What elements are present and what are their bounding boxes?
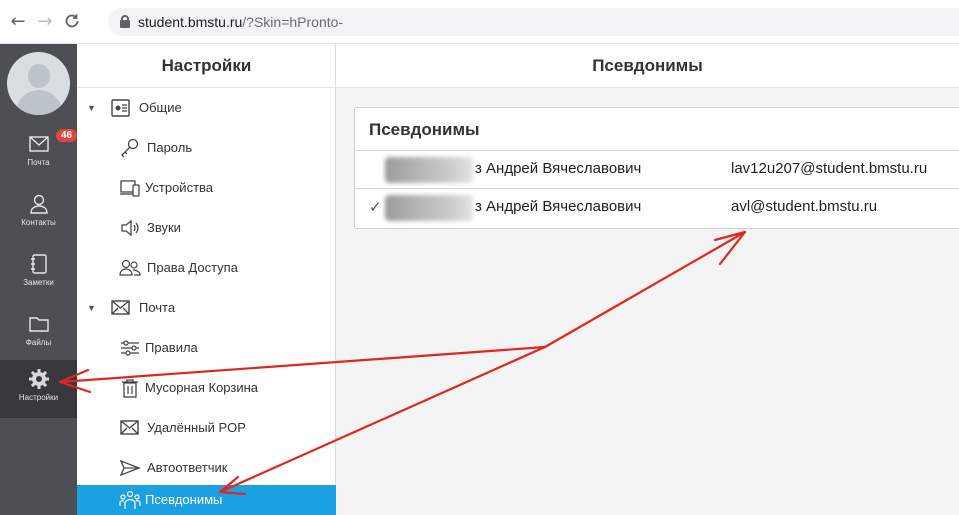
redacted-surname (385, 157, 473, 183)
address-bar[interactable]: student.bmstu.ru/?Skin=hPronto- (108, 8, 959, 36)
trash-icon (122, 379, 138, 398)
back-arrow-icon[interactable]: ← (8, 12, 28, 32)
sidebar-item-label: Права Доступа (147, 260, 238, 275)
person-icon (29, 194, 48, 214)
speaker-icon (121, 219, 139, 237)
forward-arrow-icon[interactable]: → (35, 12, 55, 32)
url-text: student.bmstu.ru/?Skin=hPronto- (138, 14, 344, 30)
sidebar-item-label: Устройства (145, 180, 214, 195)
redacted-surname (385, 195, 473, 221)
sidebar-item-access-rights[interactable]: Права Доступа (77, 248, 336, 288)
plane-icon (119, 459, 141, 477)
panel-title: Псевдонимы (369, 120, 480, 139)
people-icon (119, 259, 141, 276)
sidebar-item-label: Звуки (147, 220, 181, 235)
notebook-icon (30, 254, 47, 274)
main-content: Псевдонимы Псевдонимы з Андрей Вячеславо… (336, 44, 959, 515)
sidebar-item-label: Псевдонимы (145, 492, 223, 507)
sidebar-item-aliases[interactable]: Псевдонимы (77, 485, 336, 515)
envelope-icon (28, 136, 49, 152)
rail-item-mail[interactable]: 46 Почта (0, 129, 78, 187)
avatar[interactable] (7, 52, 70, 115)
alias-email: avl@student.bmstu.ru (731, 198, 878, 215)
settings-sidebar: Настройки ▼ Общие Пароль Устройства Звук… (77, 44, 336, 515)
alias-email: lav12u207@student.bmstu.ru (731, 160, 928, 177)
sidebar-item-sounds[interactable]: Звуки (77, 208, 336, 248)
browser-toolbar: ← → student.bmstu.ru/?Skin=hPronto- (0, 0, 959, 44)
sidebar-item-general[interactable]: ▼ Общие (77, 88, 336, 128)
sidebar-item-label: Удалённый POP (147, 420, 246, 435)
reload-icon[interactable] (62, 12, 82, 32)
settings-panel-icon (111, 99, 130, 117)
folder-icon (28, 317, 49, 332)
alias-name: з Андрей Вячеславович (475, 160, 642, 177)
unread-badge: 46 (56, 129, 78, 142)
alias-name: з Андрей Вячеславович (475, 198, 642, 215)
checkmark-icon: ✓ (369, 199, 382, 216)
page-title: Псевдонимы (336, 44, 959, 88)
sidebar-item-remote-pop[interactable]: Удалённый POP (77, 408, 336, 448)
devices-icon (120, 180, 140, 197)
sidebar-item-label: Мусорная Корзина (145, 380, 259, 395)
sidebar-item-devices[interactable]: Устройства (77, 168, 336, 208)
rail-item-contacts[interactable]: Контакты (0, 189, 77, 247)
table-row[interactable]: з Андрей Вячеславович lav12u207@student.… (355, 150, 959, 188)
rail-label: Контакты (21, 218, 56, 227)
app-rail: 46 Почта Контакты Заметки Файлы Настройк… (0, 44, 78, 515)
lock-icon (120, 15, 130, 28)
rail-item-settings[interactable]: Настройки (0, 360, 77, 418)
sidebar-item-label: Правила (145, 340, 198, 355)
caret-down-icon[interactable]: ▼ (87, 288, 96, 328)
sidebar-item-autoresponder[interactable]: Автоответчик (77, 448, 336, 488)
sidebar-item-label: Пароль (147, 140, 193, 155)
rail-label: Файлы (25, 338, 52, 347)
envelope-icon (111, 300, 130, 315)
sidebar-item-mail[interactable]: ▼ Почта (77, 288, 336, 328)
table-row[interactable]: ✓ з Андрей Вячеславович avl@student.bmst… (355, 188, 959, 226)
gear-icon (28, 369, 49, 389)
sidebar-item-label: Почта (139, 300, 176, 315)
group-icon (119, 490, 141, 509)
sidebar-title: Настройки (77, 44, 336, 88)
rail-label: Заметки (23, 278, 54, 287)
rail-item-files[interactable]: Файлы (0, 309, 77, 367)
sliders-icon (121, 340, 139, 356)
sidebar-item-trash[interactable]: Мусорная Корзина (77, 368, 336, 408)
caret-down-icon[interactable]: ▼ (87, 88, 96, 128)
sidebar-item-rules[interactable]: Правила (77, 328, 336, 368)
rail-label: Почта (27, 158, 50, 167)
rail-label: Настройки (18, 393, 59, 402)
sidebar-item-label: Общие (139, 100, 182, 115)
aliases-panel: Псевдонимы з Андрей Вячеславович lav12u2… (354, 107, 959, 229)
sidebar-item-label: Автоответчик (147, 460, 228, 475)
key-icon (121, 138, 139, 158)
rail-item-notes[interactable]: Заметки (0, 249, 77, 307)
envelope-icon (120, 420, 139, 435)
sidebar-item-password[interactable]: Пароль (77, 128, 336, 168)
